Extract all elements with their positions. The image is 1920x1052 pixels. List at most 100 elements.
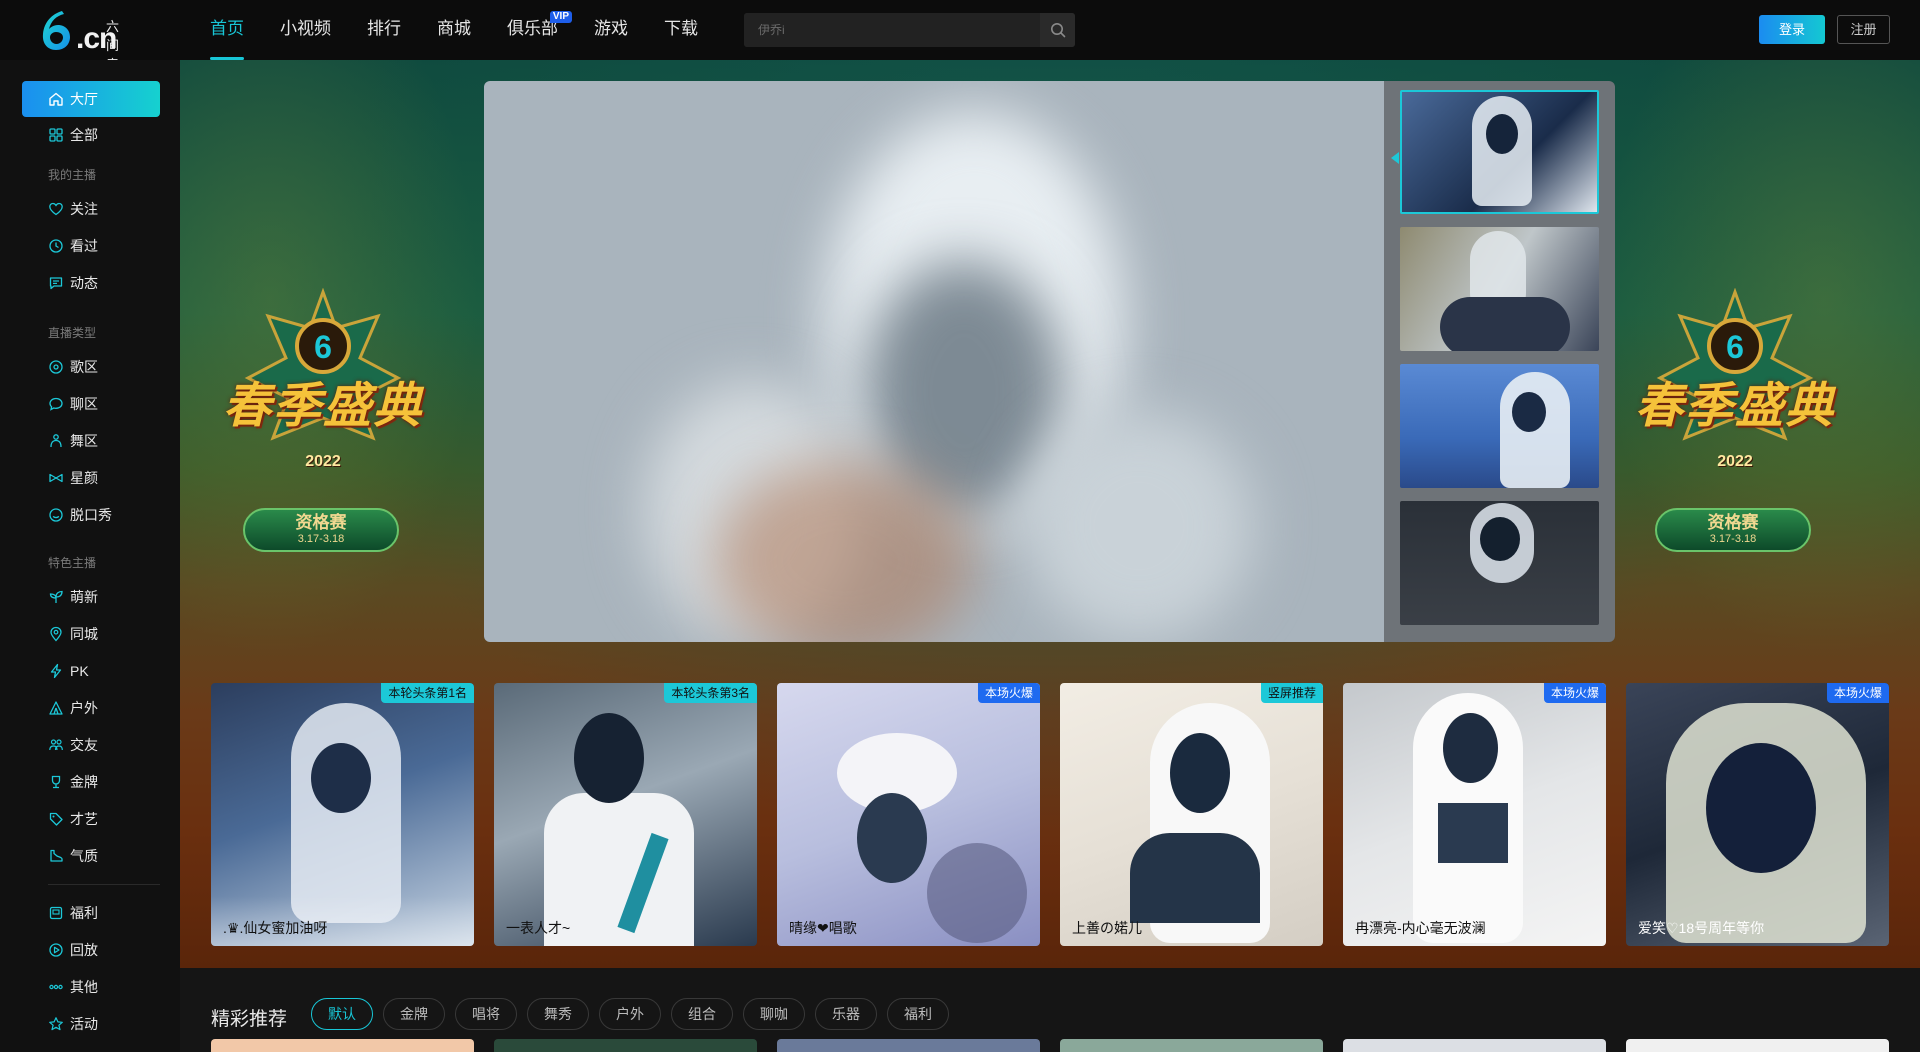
stream-thumbnail[interactable] (1400, 364, 1599, 488)
stream-thumbnail[interactable] (1400, 501, 1599, 625)
card-tag: 本场火爆 (1543, 683, 1606, 703)
filter-chip-welfare[interactable]: 福利 (887, 998, 949, 1030)
sidebar-item-activity[interactable]: 活动 (22, 1006, 160, 1042)
svg-text:6: 6 (1726, 329, 1744, 365)
sidebar-item-label: 星颜 (70, 470, 98, 486)
thumb-face (1486, 114, 1518, 154)
card-figure (1130, 833, 1260, 923)
card-figure (1438, 803, 1508, 863)
sidebar-item-label: 才艺 (70, 811, 98, 827)
event-title: 春季盛典 (222, 378, 423, 434)
stream-thumbnail[interactable] (1400, 227, 1599, 351)
filter-chip-instrument[interactable]: 乐器 (815, 998, 877, 1030)
recommend-card-peek[interactable] (1626, 1039, 1889, 1052)
event-emblem-left[interactable]: 6 春季盛典 2022 资格赛 3.17-3.18 (188, 288, 458, 558)
thumb-face (1512, 392, 1546, 432)
sidebar-item-label: 脱口秀 (70, 507, 112, 523)
live-room-card[interactable]: 本轮头条第1名 .♛.仙女蜜加油呀 (211, 683, 474, 946)
nav-label: 游戏 (594, 19, 628, 38)
hero-banner: 6 春季盛典 2022 资格赛 3.17-3.18 6 春季盛典 2022 资格… (180, 60, 1920, 968)
sidebar-item-talkshow[interactable]: 脱口秀 (22, 497, 160, 533)
sidebar-item-newbie[interactable]: 萌新 (22, 579, 160, 615)
recommend-card-peek[interactable] (494, 1039, 757, 1052)
nav-label: 小视频 (280, 19, 331, 38)
card-tag: 本轮头条第1名 (381, 683, 474, 703)
live-room-card[interactable]: 本场火爆 冉漂亮-内心毫无波澜 (1343, 683, 1606, 946)
nav-games[interactable]: 游戏 (594, 0, 628, 60)
recommend-card-peek[interactable] (777, 1039, 1040, 1052)
nav-ranking[interactable]: 排行 (367, 0, 401, 60)
nav-short-video[interactable]: 小视频 (280, 0, 331, 60)
featured-live-player (484, 81, 1615, 642)
logo-six-icon (42, 11, 70, 50)
sidebar-item-talent[interactable]: 才艺 (22, 801, 160, 837)
event-year: 2022 (305, 453, 341, 470)
svg-text:6: 6 (314, 329, 332, 365)
filter-chip-default[interactable]: 默认 (311, 998, 373, 1030)
card-streamer-name: 冉漂亮-内心毫无波澜 (1355, 920, 1486, 936)
sidebar-item-label: 舞区 (70, 433, 98, 449)
filter-chip-group[interactable]: 组合 (671, 998, 733, 1030)
sidebar-item-looks[interactable]: 星颜 (22, 460, 160, 496)
recommend-card-peek[interactable] (211, 1039, 474, 1052)
live-video-screen[interactable] (484, 81, 1384, 642)
filter-chip-singer[interactable]: 唱将 (455, 998, 517, 1030)
sidebar-item-welfare[interactable]: 福利 (22, 895, 160, 931)
card-face (1443, 713, 1498, 783)
sidebar-item-hall[interactable]: 大厅 (22, 81, 160, 117)
stream-thumbnail[interactable] (1400, 90, 1599, 214)
grid-icon (48, 127, 64, 143)
recommend-filter-chips: 默认 金牌 唱将 舞秀 户外 组合 聊咖 乐器 福利 (311, 998, 959, 1030)
filter-chip-outdoor[interactable]: 户外 (599, 998, 661, 1030)
nav-label: 首页 (210, 19, 244, 38)
star-icon (48, 1016, 64, 1032)
sidebar-item-outdoor[interactable]: 户外 (22, 690, 160, 726)
event-emblem-right[interactable]: 6 春季盛典 2022 资格赛 3.17-3.18 (1600, 288, 1870, 558)
sidebar-item-follow[interactable]: 关注 (22, 191, 160, 227)
nav-label: 商城 (437, 19, 471, 38)
site-logo[interactable]: 六间房 .cn (38, 8, 130, 72)
nav-download[interactable]: 下载 (664, 0, 698, 60)
sidebar-item-label: 全部 (70, 127, 98, 143)
search-button[interactable] (1040, 13, 1075, 47)
sidebar-item-other[interactable]: 其他 (22, 969, 160, 1005)
filter-chip-dance[interactable]: 舞秀 (527, 998, 589, 1030)
sidebar-divider (48, 884, 160, 885)
nav-mall[interactable]: 商城 (437, 0, 471, 60)
register-button[interactable]: 注册 (1837, 15, 1890, 44)
filter-chip-gold[interactable]: 金牌 (383, 998, 445, 1030)
sidebar-item-samecity[interactable]: 同城 (22, 616, 160, 652)
live-room-card[interactable]: 本场火爆 爱笑♡18号周年等你 (1626, 683, 1889, 946)
card-tag: 本轮头条第3名 (664, 683, 757, 703)
sidebar-item-chat[interactable]: 聊区 (22, 386, 160, 422)
live-room-card[interactable]: 本场火爆 晴缘❤唱歌 (777, 683, 1040, 946)
login-button[interactable]: 登录 (1759, 15, 1825, 44)
sidebar-item-label: PK (70, 663, 89, 679)
sidebar-item-song[interactable]: 歌区 (22, 349, 160, 385)
nav-home[interactable]: 首页 (210, 0, 244, 60)
sidebar-item-dance[interactable]: 舞区 (22, 423, 160, 459)
nav-club[interactable]: 俱乐部 VIP (507, 0, 572, 60)
sidebar-item-social[interactable]: 交友 (22, 727, 160, 763)
filter-chip-chat[interactable]: 聊咖 (743, 998, 805, 1030)
sidebar-item-temperament[interactable]: 气质 (22, 838, 160, 874)
sidebar: 大厅 全部 我的主播 关注 看过 动态 直播类型 歌区 聊区 舞区 星颜 脱口秀… (0, 60, 180, 1052)
sidebar-item-replay[interactable]: 回放 (22, 932, 160, 968)
recommend-card-peek[interactable] (1343, 1039, 1606, 1052)
event-title: 春季盛典 (1634, 378, 1835, 434)
search-input[interactable] (744, 13, 1040, 47)
sidebar-item-all[interactable]: 全部 (22, 117, 160, 153)
sidebar-item-label: 户外 (70, 700, 98, 716)
sidebar-item-pk[interactable]: PK (22, 653, 160, 689)
search-icon (1050, 23, 1065, 38)
sidebar-item-gold[interactable]: 金牌 (22, 764, 160, 800)
live-room-card[interactable]: 本轮头条第3名 一表人才~ (494, 683, 757, 946)
sidebar-item-dynamic[interactable]: 动态 (22, 265, 160, 301)
sidebar-item-label: 回放 (70, 942, 98, 958)
recommend-card-peek[interactable] (1060, 1039, 1323, 1052)
main-nav: 首页 小视频 排行 商城 俱乐部 VIP 游戏 下载 (210, 0, 734, 60)
live-room-card[interactable]: 竖屏推荐 上善の婼儿 (1060, 683, 1323, 946)
sidebar-item-label: 歌区 (70, 359, 98, 375)
sidebar-item-watched[interactable]: 看过 (22, 228, 160, 264)
smile-icon (48, 507, 64, 523)
